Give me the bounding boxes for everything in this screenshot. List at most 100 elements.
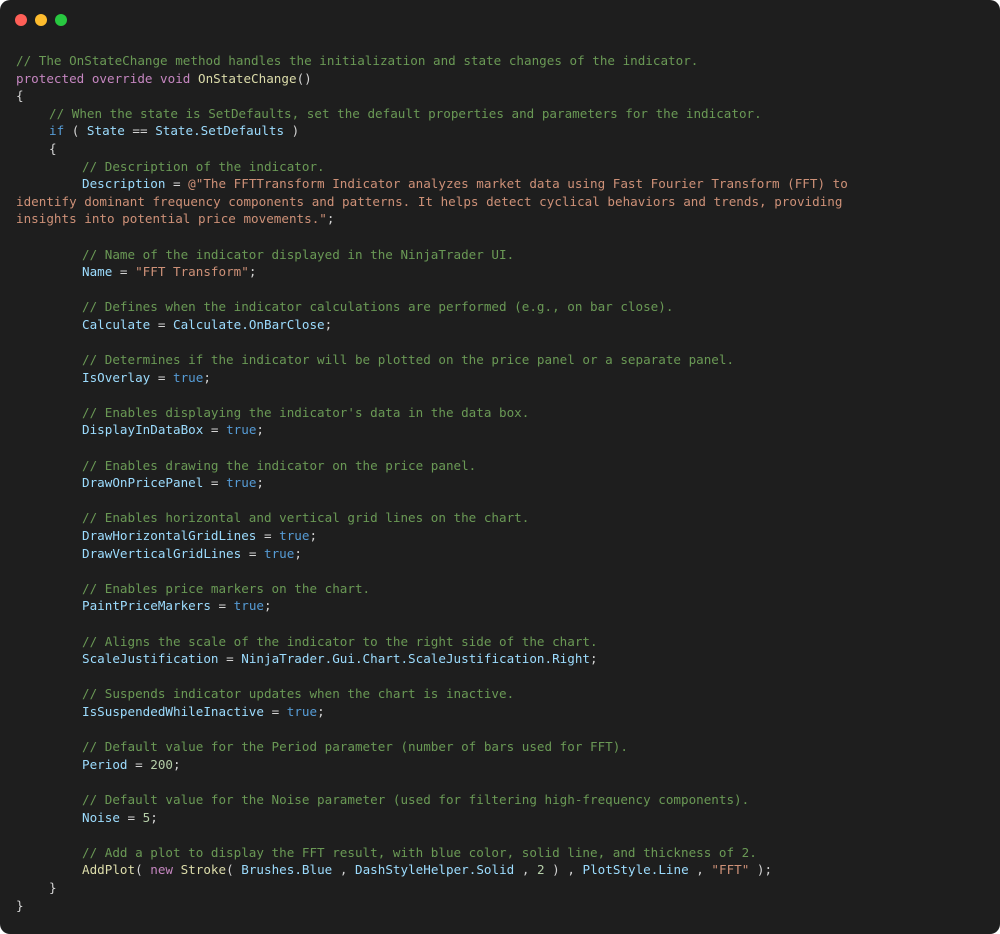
code-token-plain: =: [119, 809, 143, 825]
code-token-kw-blue: true: [279, 528, 310, 544]
code-token-ident: NinjaTrader.Gui.Chart.ScaleJustification…: [241, 651, 591, 667]
maximize-window-icon[interactable]: [55, 14, 67, 26]
code-token-string: @"The FFTTransform Indicator analyzes ma…: [188, 176, 848, 192]
code-line: ScaleJustification = NinjaTrader.Gui.Cha…: [16, 650, 984, 668]
code-line: // When the state is SetDefaults, set th…: [16, 105, 984, 123]
code-token-func: AddPlot: [82, 862, 136, 878]
code-token-comment: // Enables price markers on the chart.: [82, 580, 371, 596]
code-token-plain: ;: [264, 598, 272, 614]
code-token-plain: =: [203, 422, 227, 438]
code-line: // Aligns the scale of the indicator to …: [16, 633, 984, 651]
code-line: // Determines if the indicator will be p…: [16, 351, 984, 369]
code-token-comment: // Default value for the Period paramete…: [82, 739, 628, 755]
code-token-keyword: protected override void: [16, 70, 198, 86]
code-token-func: Stroke: [180, 862, 227, 878]
code-line: DrawOnPricePanel = true;: [16, 474, 984, 492]
code-token-string: "FFT": [711, 862, 750, 878]
code-token-comment: // Description of the indicator.: [82, 158, 325, 174]
code-token-comment: // Name of the indicator displayed in th…: [82, 246, 515, 262]
code-line: DrawVerticalGridLines = true;: [16, 545, 984, 563]
code-token-plain: ;: [317, 703, 325, 719]
code-token-func: OnStateChange: [197, 70, 297, 86]
code-line: if ( State == State.SetDefaults ): [16, 122, 984, 140]
code-token-comment: // Determines if the indicator will be p…: [82, 352, 735, 368]
code-token-ident: PlotStyle.Line: [582, 862, 689, 878]
code-token-kw-blue: if: [49, 123, 65, 139]
code-token-ident: State.SetDefaults: [155, 123, 285, 139]
minimize-window-icon[interactable]: [35, 14, 47, 26]
code-token-ident: Calculate.OnBarClose: [173, 316, 325, 332]
code-token-plain: ==: [124, 123, 156, 139]
code-token-plain: );: [749, 862, 773, 878]
code-token-plain: =: [256, 528, 280, 544]
code-token-ident: DrawHorizontalGridLines: [82, 528, 257, 544]
code-token-plain: ;: [326, 211, 335, 227]
code-token-plain: =: [150, 316, 173, 332]
code-line: identify dominant frequency components a…: [16, 193, 984, 211]
code-line: // Enables displaying the indicator's da…: [16, 404, 984, 422]
code-token-kw-blue: true: [286, 703, 318, 719]
code-line: AddPlot( new Stroke( Brushes.Blue , Dash…: [16, 861, 984, 879]
code-line: {: [16, 140, 984, 158]
code-token-comment: // Aligns the scale of the indicator to …: [82, 633, 598, 649]
code-token-kw-blue: true: [263, 545, 295, 561]
code-token-kw-blue: true: [173, 369, 204, 385]
close-window-icon[interactable]: [15, 14, 27, 26]
code-token-plain: =: [218, 651, 242, 667]
code-token-ident: DashStyleHelper.Solid: [355, 862, 515, 878]
code-line: // Description of the indicator.: [16, 158, 984, 176]
code-token-comment: // Defines when the indicator calculatio…: [82, 299, 674, 315]
code-line: DrawHorizontalGridLines = true;: [16, 527, 984, 545]
code-token-plain: {: [16, 88, 24, 104]
code-token-plain: ): [284, 123, 300, 139]
code-token-plain: (: [135, 862, 151, 878]
code-line: // Add a plot to display the FFT result,…: [16, 844, 984, 862]
code-token-plain: (: [226, 862, 242, 878]
code-token-plain: }: [49, 879, 57, 895]
code-line: }: [16, 879, 984, 897]
code-token-plain: ;: [590, 651, 598, 667]
code-token-comment: // Enables drawing the indicator on the …: [82, 457, 477, 473]
code-token-plain: ;: [294, 545, 302, 561]
code-token-plain: (): [296, 70, 312, 86]
code-token-ident: DrawVerticalGridLines: [82, 545, 242, 561]
code-token-plain: ;: [203, 369, 211, 385]
code-token-plain: ) ,: [544, 862, 583, 878]
code-line: // Default value for the Noise parameter…: [16, 791, 984, 809]
code-token-plain: ,: [332, 862, 356, 878]
code-token-ident: Name: [82, 264, 113, 280]
code-token-plain: =: [263, 703, 287, 719]
code-token-kw-blue: true: [226, 475, 257, 491]
code-line: Calculate = Calculate.OnBarClose;: [16, 316, 984, 334]
code-token-plain: ;: [256, 475, 265, 491]
code-token-comment: // Enables horizontal and vertical grid …: [82, 510, 530, 526]
code-line: insights into potential price movements.…: [16, 210, 984, 228]
code-token-ident: Period: [82, 756, 128, 772]
code-token-plain: =: [112, 264, 136, 280]
code-line: DisplayInDataBox = true;: [16, 421, 984, 439]
code-token-plain: ;: [256, 422, 265, 438]
code-token-ident: ScaleJustification: [82, 651, 219, 667]
code-token-ident: IsOverlay: [82, 369, 151, 385]
code-token-ident: IsSuspendedWhileInactive: [82, 703, 264, 719]
code-line: // Enables horizontal and vertical grid …: [16, 509, 984, 527]
code-token-number: 200: [150, 756, 173, 772]
code-token-plain: ;: [324, 316, 333, 332]
code-token-ident: Brushes.Blue: [241, 862, 333, 878]
code-token-kw-blue: true: [233, 598, 264, 614]
code-line: // Default value for the Period paramete…: [16, 738, 984, 756]
code-token-ident: State: [86, 123, 125, 139]
code-token-plain: ;: [173, 756, 181, 772]
code-token-plain: }: [16, 897, 24, 913]
code-line: // The OnStateChange method handles the …: [16, 52, 984, 70]
code-token-plain: ;: [150, 809, 158, 825]
code-line: Name = "FFT Transform";: [16, 263, 984, 281]
code-token-comment: // When the state is SetDefaults, set th…: [49, 105, 762, 121]
